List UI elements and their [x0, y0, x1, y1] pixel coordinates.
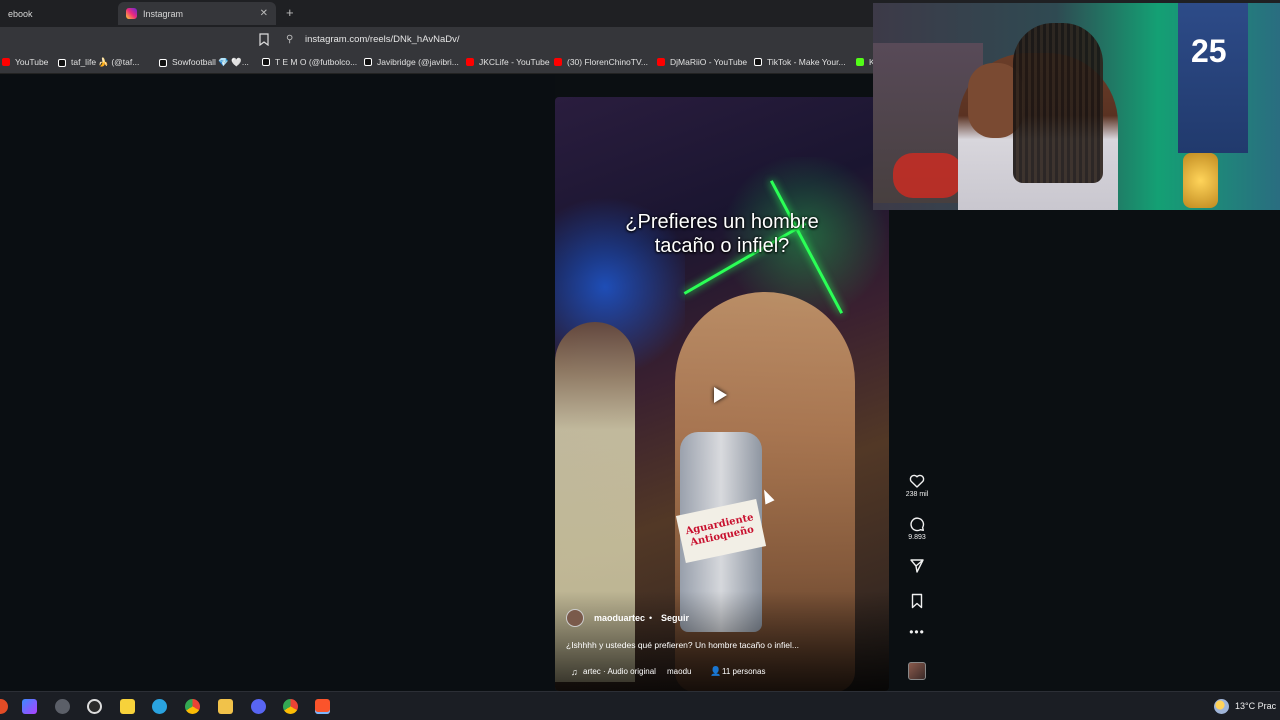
bookmark-tiktok[interactable]: TikTok - Make Your...: [754, 57, 846, 67]
like-button[interactable]: 238 mil: [901, 473, 933, 498]
taskbar: 13°C Prac: [0, 691, 1280, 720]
url-field[interactable]: instagram.com/reels/DNk_hAvNaDv/: [305, 34, 460, 45]
tiktok-icon: [364, 58, 372, 66]
music-note-icon: ♫: [571, 667, 578, 677]
send-icon: [910, 559, 924, 573]
share-button[interactable]: [901, 558, 933, 574]
weather-icon[interactable]: [1214, 699, 1229, 714]
bookmark-taf-life[interactable]: taf_life 🍌 (@taf...: [58, 57, 139, 68]
webcam-hair: [1013, 23, 1103, 183]
like-count: 238 mil: [905, 491, 929, 498]
tiktok-icon: [58, 58, 66, 67]
youtube-icon: [554, 58, 562, 66]
settings-icon[interactable]: [55, 699, 70, 714]
webcam-lamp: [1183, 153, 1218, 208]
tagged-people[interactable]: 11 personas: [722, 667, 765, 676]
audio-label[interactable]: artec · Audio original: [583, 667, 656, 676]
instagram-icon: [126, 8, 137, 19]
video-caption-overlay: ¿Prefieres un hombre tacaño o infiel?: [625, 211, 819, 257]
reel-video[interactable]: Aguardiente Antioqueño ¿Prefieres un hom…: [555, 97, 889, 691]
close-icon[interactable]: ✕: [260, 8, 268, 19]
save-button[interactable]: [901, 593, 933, 609]
bookmark-djmariio[interactable]: DjMaRiiO - YouTube: [657, 57, 747, 67]
weather-temperature[interactable]: 13°C Prac: [1235, 701, 1276, 711]
tiktok-icon: [754, 58, 762, 66]
bookmark-florenchinotv[interactable]: (30) FlorenChinoTV...: [554, 57, 648, 67]
youtube-icon: [466, 58, 474, 66]
bookmark-star-icon[interactable]: [259, 33, 269, 46]
bookmark-sowfootball[interactable]: Sowfootball 💎 🤍...: [159, 57, 249, 68]
brave-icon[interactable]: [315, 699, 330, 714]
chrome-icon[interactable]: [185, 699, 200, 714]
bookmark-temo[interactable]: T E M O (@futbolco...: [262, 57, 357, 67]
comment-icon: [910, 517, 925, 532]
page-background: [0, 75, 555, 690]
follow-button[interactable]: Seguir: [661, 613, 689, 623]
jersey-number: 25: [1191, 33, 1227, 69]
comment-count: 9.893: [908, 534, 926, 541]
tiktok-icon: [262, 58, 270, 66]
more-options-button[interactable]: •••: [901, 625, 933, 639]
chrome-icon-2[interactable]: [283, 699, 298, 714]
telegram-icon[interactable]: [152, 699, 167, 714]
bookmark-icon: [911, 593, 923, 609]
avatar[interactable]: [566, 609, 584, 627]
audio-thumbnail[interactable]: [908, 662, 926, 680]
separator: •: [649, 613, 653, 623]
youtube-icon: [2, 58, 10, 66]
discord-icon[interactable]: [251, 699, 266, 714]
audio-label-scroll[interactable]: maodu: [667, 667, 691, 676]
webcam-overlay: 25: [873, 3, 1280, 210]
sticky-notes-icon[interactable]: [120, 699, 135, 714]
site-info-icon[interactable]: ⚲: [286, 34, 293, 45]
tab-facebook[interactable]: ebook: [0, 2, 116, 25]
reel-username[interactable]: maoduartec: [594, 613, 645, 623]
comment-button[interactable]: 9.893: [901, 516, 933, 541]
heart-icon: [909, 474, 925, 488]
windows-icon[interactable]: [0, 699, 8, 714]
tab-label: ebook: [8, 8, 33, 19]
new-tab-button[interactable]: +: [286, 5, 294, 20]
webcam-jersey: [1178, 3, 1248, 153]
bookmark-javibridge[interactable]: Javibridge (@javibri...: [364, 57, 459, 67]
more-icon: •••: [909, 625, 925, 639]
bookmark-jkclife[interactable]: JKCLife - YouTube: [466, 57, 550, 67]
tab-instagram[interactable]: Instagram ✕: [118, 2, 276, 25]
reel-description[interactable]: ¿Ishhhh y ustedes qué prefieren? Un homb…: [566, 640, 799, 650]
tiktok-icon: [159, 58, 167, 67]
play-icon[interactable]: [714, 387, 727, 403]
tab-label: Instagram: [143, 8, 184, 19]
obs-icon[interactable]: [87, 699, 102, 714]
kick-icon: [856, 58, 864, 66]
bookmark-youtube[interactable]: YouTube: [2, 57, 48, 67]
youtube-icon: [657, 58, 665, 66]
webcam-red-object: [893, 153, 963, 198]
file-explorer-icon[interactable]: [218, 699, 233, 714]
copilot-icon[interactable]: [22, 699, 37, 714]
people-icon: 👤: [710, 666, 722, 676]
